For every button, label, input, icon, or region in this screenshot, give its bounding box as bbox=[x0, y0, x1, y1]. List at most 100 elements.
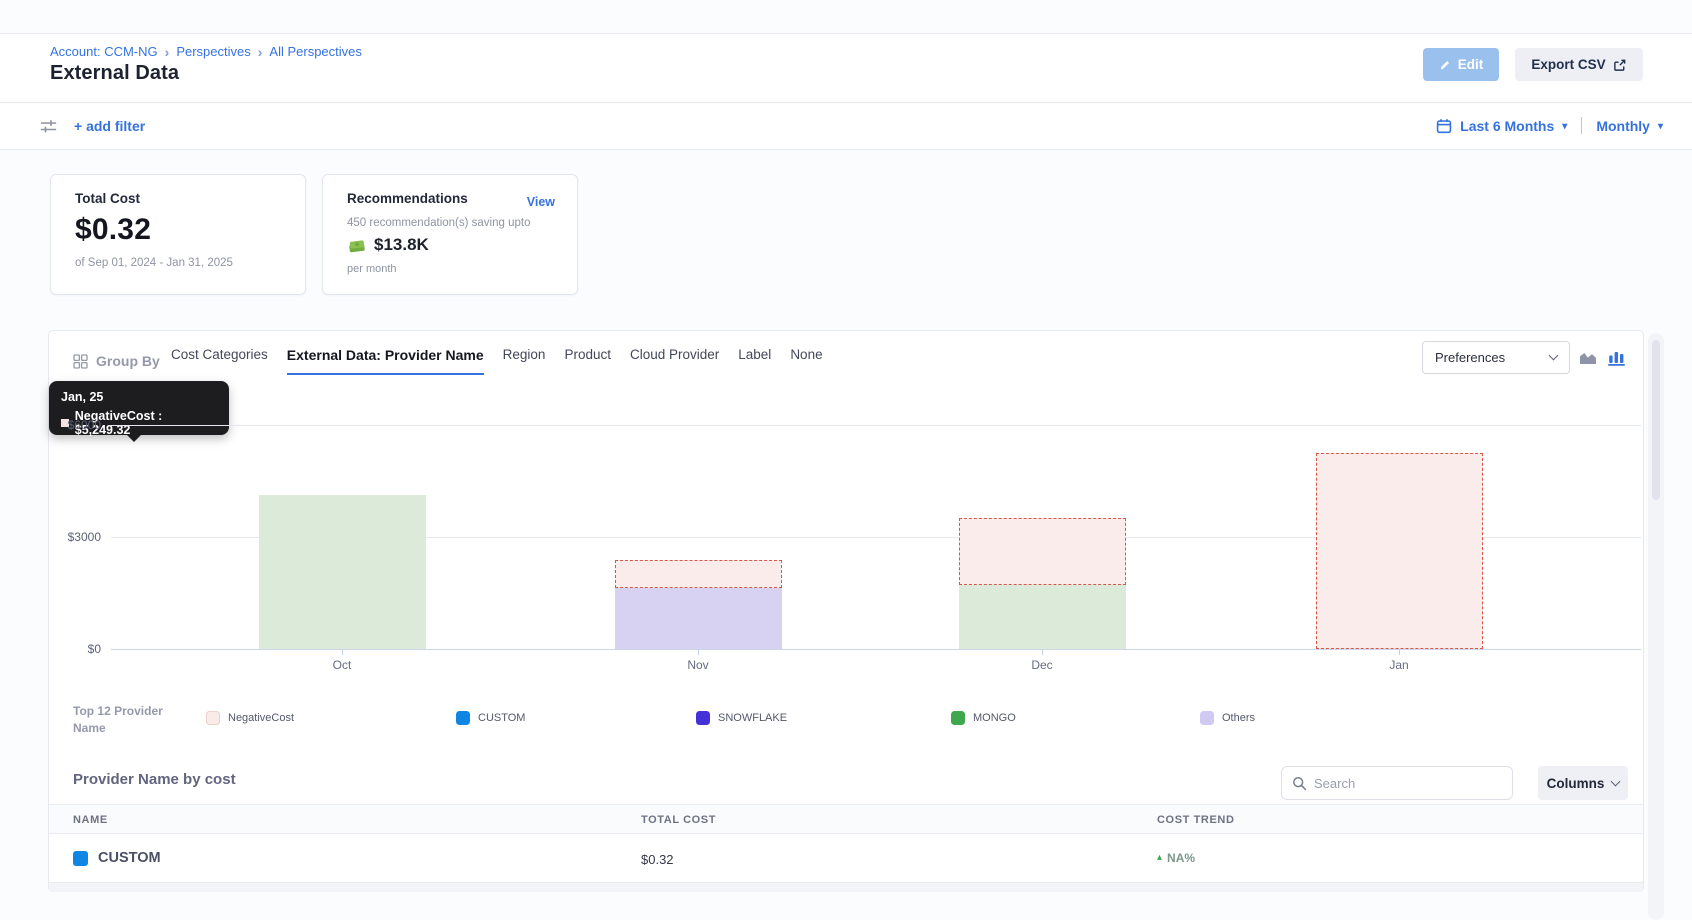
pencil-icon bbox=[1439, 59, 1451, 71]
divider bbox=[1581, 117, 1582, 134]
column-header-total-cost[interactable]: TOTAL COST bbox=[641, 814, 716, 826]
page-title: External Data bbox=[50, 62, 179, 85]
table-header-row: NAME TOTAL COST COST TREND bbox=[49, 804, 1643, 834]
tab-region[interactable]: Region bbox=[503, 347, 546, 372]
chart-bar-jan-negativecost[interactable] bbox=[1316, 453, 1483, 649]
preferences-label: Preferences bbox=[1435, 350, 1505, 365]
group-by-tabs: Cost Categories External Data: Provider … bbox=[171, 347, 823, 375]
column-header-cost-trend[interactable]: COST TREND bbox=[1157, 814, 1235, 826]
x-tick bbox=[1042, 649, 1043, 655]
chart-bar-nov-negativecost[interactable] bbox=[615, 560, 782, 588]
chart-bar-dec-mongo[interactable] bbox=[959, 585, 1126, 649]
legend-item-others[interactable]: Others bbox=[1200, 711, 1255, 725]
calendar-icon bbox=[1436, 118, 1452, 134]
trend-up-icon: ▴ bbox=[1157, 853, 1162, 863]
legend-swatch bbox=[456, 711, 470, 725]
x-label-dec: Dec bbox=[1031, 658, 1052, 672]
tab-label[interactable]: Label bbox=[738, 347, 771, 372]
date-range-selector[interactable]: Last 6 Months bbox=[1460, 118, 1554, 134]
bar-chart-icon[interactable] bbox=[1608, 349, 1625, 366]
legend-label: CUSTOM bbox=[478, 712, 525, 724]
x-tick bbox=[342, 649, 343, 655]
filter-bar: + add filter Last 6 Months ▾ Monthly ▾ bbox=[0, 103, 1692, 150]
table-title: Provider Name by cost bbox=[73, 771, 236, 788]
columns-label: Columns bbox=[1547, 776, 1605, 791]
legend-title: Top 12 Provider Name bbox=[73, 703, 185, 738]
breadcrumb: Account: CCM-NG › Perspectives › All Per… bbox=[50, 44, 362, 59]
chart-type-toggle bbox=[1579, 349, 1625, 366]
chart-bar-nov-others[interactable] bbox=[615, 588, 782, 649]
breadcrumb-all-perspectives[interactable]: All Perspectives bbox=[269, 44, 361, 59]
total-cost-cell: $0.32 bbox=[641, 852, 674, 867]
legend-swatch bbox=[951, 711, 965, 725]
total-cost-value: $0.32 bbox=[75, 213, 151, 247]
chevron-down-icon: ▾ bbox=[1658, 120, 1663, 132]
x-label-nov: Nov bbox=[687, 658, 708, 672]
legend-label: Others bbox=[1222, 712, 1255, 724]
breadcrumb-perspectives[interactable]: Perspectives bbox=[176, 44, 250, 59]
legend-item-snowflake[interactable]: SNOWFLAKE bbox=[696, 711, 787, 725]
x-label-oct: Oct bbox=[333, 658, 352, 672]
scrollbar-thumb[interactable] bbox=[1652, 340, 1660, 500]
provider-color-swatch bbox=[73, 851, 88, 866]
x-tick bbox=[698, 649, 699, 655]
total-cost-title: Total Cost bbox=[75, 191, 140, 206]
legend-item-mongo[interactable]: MONGO bbox=[951, 711, 1016, 725]
table-row[interactable]: CUSTOM $0.32 ▴ NA% bbox=[49, 834, 1643, 882]
search-icon bbox=[1292, 776, 1307, 791]
edit-button[interactable]: Edit bbox=[1423, 48, 1499, 81]
group-by-label: Group By bbox=[73, 353, 160, 369]
next-row-partial bbox=[49, 882, 1643, 892]
tab-cost-categories[interactable]: Cost Categories bbox=[171, 347, 268, 372]
legend-swatch bbox=[1200, 711, 1214, 725]
add-filter-button[interactable]: + add filter bbox=[74, 118, 145, 134]
recommendations-card: Recommendations View 450 recommendation(… bbox=[322, 174, 578, 295]
edit-button-label: Edit bbox=[1458, 57, 1484, 72]
export-csv-label: Export CSV bbox=[1531, 57, 1605, 72]
total-cost-period: of Sep 01, 2024 - Jan 31, 2025 bbox=[75, 257, 233, 269]
granularity-selector[interactable]: Monthly bbox=[1596, 118, 1650, 134]
tab-cloud-provider[interactable]: Cloud Provider bbox=[630, 347, 719, 372]
legend-item-negativecost[interactable]: NegativeCost bbox=[206, 711, 294, 725]
page-header: Account: CCM-NG › Perspectives › All Per… bbox=[0, 34, 1692, 103]
breadcrumb-separator-icon: › bbox=[165, 45, 170, 59]
table-search bbox=[1281, 766, 1513, 800]
area-chart-icon[interactable] bbox=[1579, 350, 1597, 365]
columns-button[interactable]: Columns bbox=[1538, 766, 1628, 800]
chart-bar-dec-negativecost[interactable] bbox=[959, 518, 1126, 585]
perspective-page: Account: CCM-NG › Perspectives › All Per… bbox=[0, 0, 1692, 920]
grid-icon bbox=[73, 354, 88, 369]
legend-item-custom[interactable]: CUSTOM bbox=[456, 711, 525, 725]
perspective-panel: Group By Cost Categories External Data: … bbox=[48, 330, 1644, 892]
search-input[interactable] bbox=[1314, 776, 1502, 791]
column-header-name[interactable]: NAME bbox=[73, 814, 108, 826]
preferences-dropdown[interactable]: Preferences bbox=[1422, 341, 1570, 374]
recommendations-savings-row: $13.8K bbox=[347, 235, 429, 255]
legend-label: MONGO bbox=[973, 712, 1016, 724]
legend-label: NegativeCost bbox=[228, 712, 294, 724]
group-by-text: Group By bbox=[96, 353, 160, 369]
external-link-icon bbox=[1613, 58, 1627, 72]
recommendations-title: Recommendations bbox=[347, 191, 468, 206]
legend-swatch bbox=[696, 711, 710, 725]
legend-label: SNOWFLAKE bbox=[718, 712, 787, 724]
trend-value: NA% bbox=[1167, 851, 1195, 865]
cost-chart: $6000 $3000 $0 Oct Nov Dec Jan Jan, 25 N… bbox=[49, 381, 1645, 681]
export-csv-button[interactable]: Export CSV bbox=[1515, 48, 1643, 81]
chevron-down-icon bbox=[1549, 351, 1559, 361]
tab-external-data-provider-name[interactable]: External Data: Provider Name bbox=[287, 347, 484, 375]
breadcrumb-account[interactable]: Account: CCM-NG bbox=[50, 44, 158, 59]
cost-trend-cell: ▴ NA% bbox=[1157, 851, 1195, 865]
tab-none[interactable]: None bbox=[790, 347, 822, 372]
breadcrumb-separator-icon: › bbox=[258, 45, 263, 59]
x-label-jan: Jan bbox=[1389, 658, 1408, 672]
chart-bar-oct-mongo[interactable] bbox=[259, 495, 426, 649]
bars-layer bbox=[49, 381, 1645, 681]
date-controls: Last 6 Months ▾ Monthly ▾ bbox=[1436, 117, 1663, 134]
recommendations-view-link[interactable]: View bbox=[527, 195, 555, 209]
filter-settings-icon[interactable] bbox=[40, 118, 57, 135]
tab-product[interactable]: Product bbox=[564, 347, 611, 372]
chevron-down-icon bbox=[1611, 776, 1621, 786]
x-tick bbox=[1399, 649, 1400, 655]
recommendations-savings-value: $13.8K bbox=[374, 235, 429, 255]
